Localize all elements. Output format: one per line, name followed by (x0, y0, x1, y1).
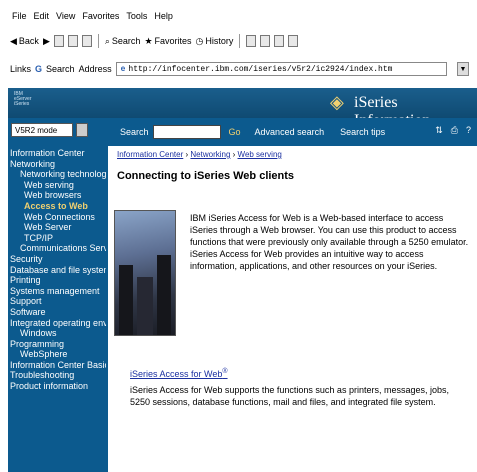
search-button[interactable]: ⌕ Search (105, 36, 141, 47)
discuss-icon[interactable] (288, 35, 299, 47)
menu-edit[interactable]: Edit (34, 11, 50, 21)
view-go-button[interactable] (76, 123, 88, 137)
registered-mark: ® (222, 368, 228, 375)
site-search-label: Search (120, 127, 149, 137)
star-icon: ★ (144, 35, 153, 46)
go-button[interactable]: Go (229, 127, 241, 137)
menu-tools[interactable]: Tools (126, 11, 147, 21)
sidebar-item[interactable]: Web browsers (10, 190, 106, 201)
site-search-input[interactable] (152, 125, 221, 139)
menu-favorites[interactable]: Favorites (82, 11, 119, 21)
sidebar-item[interactable]: TCP/IP (10, 233, 106, 244)
page-banner: IBM eServer iSeries ◈ iSeries Informatio… (8, 88, 477, 147)
breadcrumb: Information Center › Networking › Web se… (117, 150, 282, 159)
sidebar-item[interactable]: WebSphere (10, 349, 106, 360)
ibm-logo: IBM eServer iSeries (14, 92, 32, 110)
address-row: Links G Search Address e http://infocent… (0, 58, 477, 80)
sidebar-item[interactable]: Networking (10, 159, 106, 170)
menu-help[interactable]: Help (154, 11, 173, 21)
chevron-down-icon: ▼ (459, 65, 467, 73)
history-button[interactable]: ◷ History (196, 36, 234, 47)
edit-icon[interactable] (274, 35, 285, 47)
toolbar-search-label[interactable]: Search (46, 64, 75, 74)
sidebar-item[interactable]: Web Connections (10, 212, 106, 223)
print-page-icon[interactable]: ⎙ (451, 125, 458, 136)
view-selector: V5R2 mode (11, 123, 88, 137)
sidebar-item[interactable]: Support (10, 296, 106, 307)
sidebar-item[interactable]: Integrated operating environment (10, 318, 106, 329)
stop-icon[interactable] (53, 35, 64, 47)
toolbar-divider (97, 34, 99, 48)
page-title: Connecting to iSeries Web clients (117, 170, 295, 182)
sidebar-item[interactable]: Networking technologies (10, 169, 106, 180)
sidebar-item[interactable]: Printing (10, 275, 106, 286)
sidebar-item[interactable]: Software (10, 307, 106, 318)
favorites-label: Favorites (154, 36, 192, 46)
google-search-icon[interactable]: G (35, 64, 42, 74)
sidebar-item[interactable]: Database and file systems (10, 265, 106, 276)
sidebar-item[interactable]: Web Server (10, 222, 106, 233)
address-dropdown[interactable]: ▼ (457, 62, 469, 76)
iseries-servers-image (114, 210, 176, 336)
back-button[interactable]: ◀ Back (10, 36, 39, 47)
address-input[interactable]: e http://infocenter.ibm.com/iseries/v5r2… (115, 62, 447, 76)
mail-icon[interactable] (246, 35, 257, 47)
server-tower (119, 265, 133, 335)
iseries-logo-icon: ◈ (330, 92, 344, 112)
view-select[interactable]: V5R2 mode (11, 123, 73, 137)
favorites-button[interactable]: ★ Favorites (144, 36, 191, 47)
forward-icon: ▶ (42, 35, 50, 46)
breadcrumb-item[interactable]: Web serving (238, 150, 282, 159)
server-tower (137, 277, 153, 335)
sidebar-item[interactable]: Programming (10, 339, 106, 350)
search-tips-link[interactable]: Search tips (340, 127, 385, 137)
breadcrumb-item[interactable]: Networking (190, 150, 230, 159)
sidebar-item[interactable]: Troubleshooting (10, 370, 106, 381)
search-label: Search (111, 36, 141, 46)
forward-button[interactable]: ▶ (43, 36, 50, 47)
clock-icon: ◷ (195, 35, 204, 46)
iseries-access-link[interactable]: iSeries Access for Web® (130, 368, 228, 379)
view-select-value: V5R2 mode (15, 125, 58, 135)
page-icon: e (120, 64, 126, 74)
history-label: History (205, 36, 234, 46)
print-icon[interactable] (260, 35, 271, 47)
sync-icon[interactable]: ⇅ (435, 125, 443, 136)
menu-view[interactable]: View (56, 11, 75, 21)
toolbar-divider (239, 34, 241, 48)
nav-tree: Information Center Networking Networking t… (10, 148, 106, 392)
page-tools: ⇅ ⎙ ? (435, 125, 471, 136)
menu-file[interactable]: File (12, 11, 27, 21)
main-content: Information Center › Networking › Web se… (108, 146, 477, 472)
sidebar-item[interactable]: Windows (10, 328, 106, 339)
search-icon: ⌕ (104, 35, 110, 46)
help-icon[interactable]: ? (466, 125, 471, 136)
link-title-text: iSeries Access for Web (130, 369, 223, 379)
address-url: http://infocenter.ibm.com/iseries/v5r2/i… (128, 64, 393, 74)
sidebar-item[interactable]: Information Center Basics (10, 360, 106, 371)
sidebar-item[interactable]: Information Center (10, 148, 106, 159)
breadcrumb-item[interactable]: Information Center (117, 150, 183, 159)
server-tower (157, 255, 171, 335)
sidebar-item[interactable]: Security (10, 254, 106, 265)
sidebar-item[interactable]: Systems management (10, 286, 106, 297)
intro-text: IBM iSeries Access for Web is a Web-base… (190, 213, 469, 271)
sidebar-item[interactable]: Access to Web (10, 201, 106, 212)
nav-sidebar: V5R2 mode Information Center Networking Ne… (8, 118, 108, 472)
search-bar: Search Go Advanced search Search tips ⇅ … (108, 118, 477, 146)
address-label: Address (78, 64, 112, 74)
sidebar-item[interactable]: Communications Server (10, 243, 106, 254)
sidebar-item[interactable]: Product information (10, 381, 106, 392)
browser-toolbar: ◀ Back ▶ ⌕ Search ★ Favorites ◷ History (0, 30, 477, 52)
links-label[interactable]: Links (10, 64, 31, 74)
refresh-icon[interactable] (67, 35, 78, 47)
advanced-search-link[interactable]: Advanced search (255, 127, 325, 137)
ibm-logo-text: IBM eServer iSeries (14, 91, 32, 107)
back-label: Back (18, 36, 39, 46)
sidebar-item[interactable]: Web serving (10, 180, 106, 191)
home-icon[interactable] (81, 35, 92, 47)
link-description: iSeries Access for Web supports the func… (130, 385, 449, 407)
menu-bar: File Edit View Favorites Tools Help (0, 8, 477, 24)
back-icon: ◀ (10, 35, 17, 46)
